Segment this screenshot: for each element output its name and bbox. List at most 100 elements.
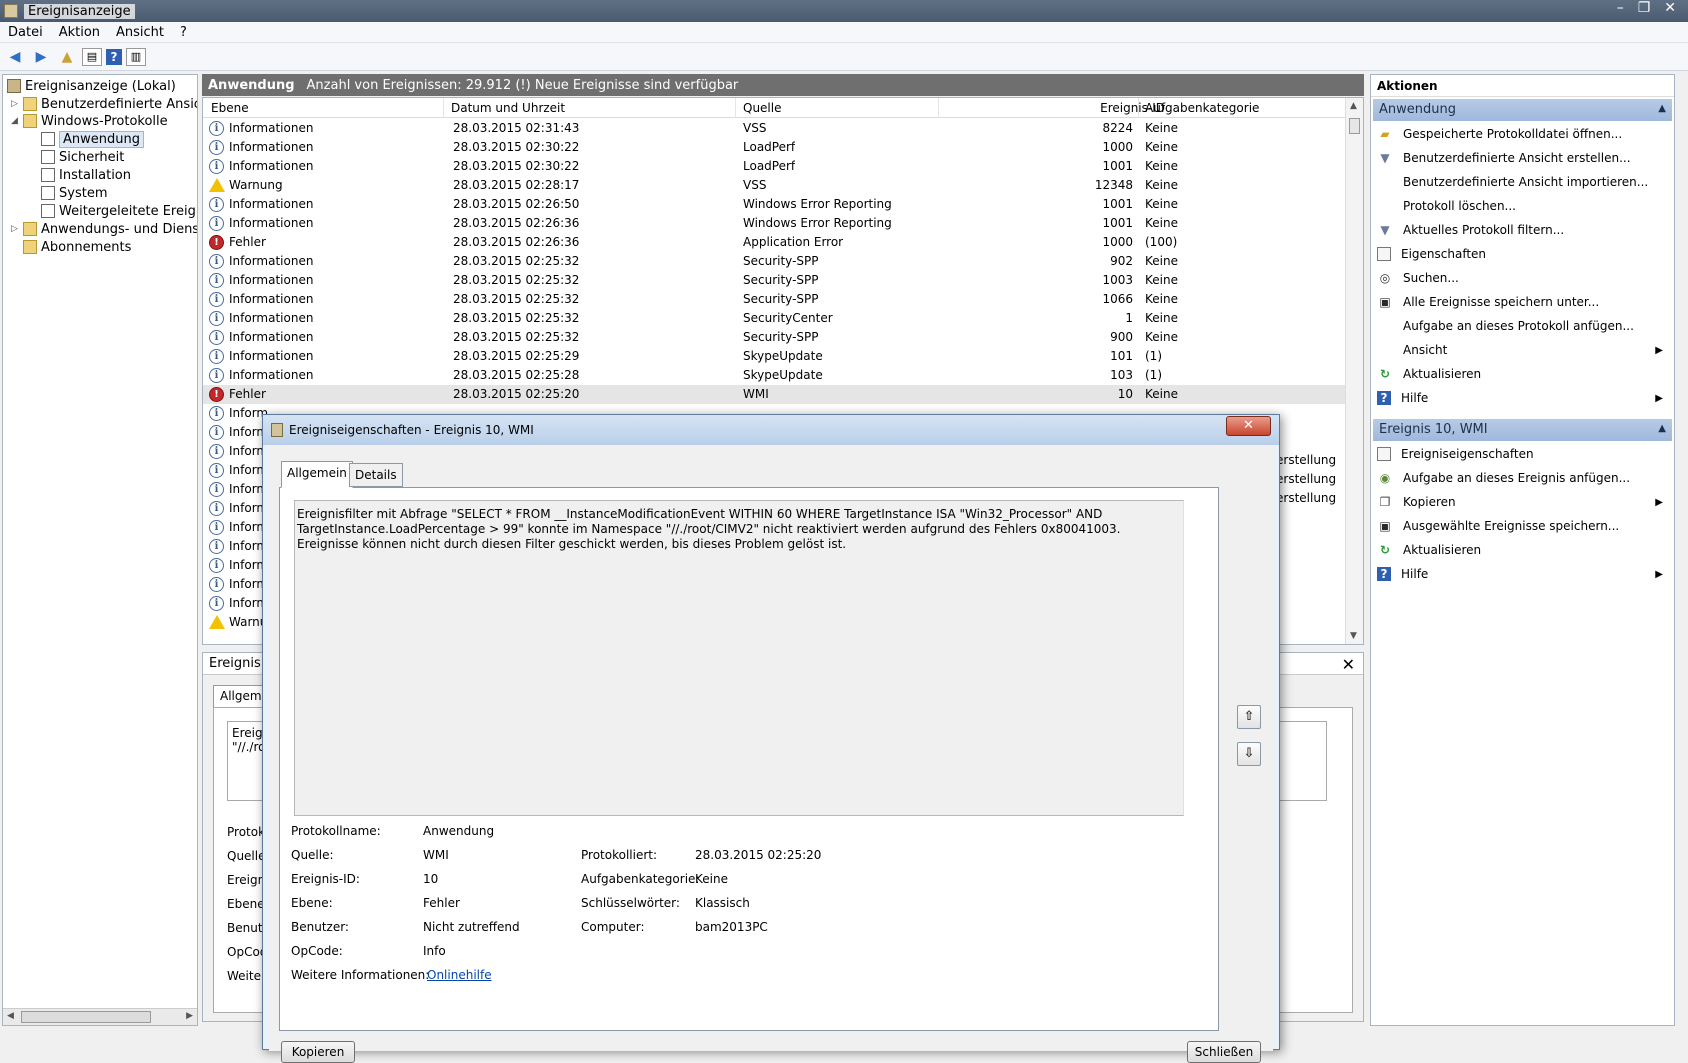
dialog-close-button[interactable]: ✕ xyxy=(1226,416,1271,436)
table-row[interactable]: i Informationen 28.03.2015 02:25:32 Securit… xyxy=(203,290,1345,309)
scroll-right-arrow-icon[interactable]: ▶ xyxy=(186,1011,193,1021)
close-window-button[interactable]: ✕ xyxy=(1664,0,1676,16)
scrollbar-thumb[interactable] xyxy=(1349,118,1360,134)
copy-button[interactable]: Kopieren xyxy=(281,1041,355,1063)
actions-section-event[interactable]: Ereignis 10, WMI ▲ xyxy=(1373,419,1672,441)
log-icon xyxy=(41,132,55,146)
show-hide-action-pane-icon[interactable]: ▥ xyxy=(126,47,146,66)
toolbar: ◀ ▶ ▲ ▤ ? ▥ xyxy=(0,43,1688,71)
action-label: Ausgewählte Ereignisse speichern... xyxy=(1403,519,1620,533)
info-icon: i xyxy=(209,216,224,231)
show-hide-tree-icon[interactable]: ▤ xyxy=(82,47,102,66)
column-header-level[interactable]: Ebene xyxy=(211,101,249,115)
action-view-submenu[interactable]: Ansicht ▶ xyxy=(1377,339,1669,361)
action-help-event-submenu[interactable]: ? Hilfe ▶ xyxy=(1377,563,1669,585)
action-refresh[interactable]: ↻ Aktualisieren xyxy=(1377,363,1669,385)
action-clear-log[interactable]: Protokoll löschen... xyxy=(1377,195,1669,217)
action-open-saved-log[interactable]: ▰ Gespeicherte Protokolldatei öffnen... xyxy=(1377,123,1669,145)
action-event-properties[interactable]: Ereigniseigenschaften xyxy=(1377,443,1669,465)
info-icon: i xyxy=(209,140,224,155)
tree-horizontal-scrollbar[interactable]: ◀ ▶ xyxy=(3,1008,197,1025)
action-copy-submenu[interactable]: ❐ Kopieren ▶ xyxy=(1377,491,1669,513)
tree-node-windows-logs[interactable]: ◢ Windows-Protokolle xyxy=(11,112,168,130)
action-label: Ansicht xyxy=(1403,343,1448,357)
tree-node-root[interactable]: Ereignisanzeige (Lokal) xyxy=(7,77,176,95)
menu-ansicht[interactable]: Ansicht xyxy=(108,25,172,40)
table-row[interactable]: i Informationen 28.03.2015 02:26:50 Windows… xyxy=(203,195,1345,214)
tab-allgemein[interactable]: Allgemein xyxy=(281,461,353,488)
collapse-triangle-icon[interactable]: ▲ xyxy=(1658,423,1666,434)
column-header-category[interactable]: Aufgabenkategorie xyxy=(1145,101,1259,115)
table-row[interactable]: ! Warnung 28.03.2015 02:28:17 VSS 12348 Keine xyxy=(203,176,1345,195)
action-refresh-event[interactable]: ↻ Aktualisieren xyxy=(1377,539,1669,561)
actions-section-anwendung[interactable]: Anwendung ▲ xyxy=(1373,99,1672,121)
action-filter-log[interactable]: ▼ Aktuelles Protokoll filtern... xyxy=(1377,219,1669,241)
close-dialog-button[interactable]: Schließen xyxy=(1187,1041,1261,1063)
table-row[interactable]: i Informationen 28.03.2015 02:25:28 SkypeUp… xyxy=(203,366,1345,385)
expand-arrow-icon[interactable]: ▷ xyxy=(11,224,23,234)
forward-arrow-icon[interactable]: ▶ xyxy=(30,46,52,68)
help-icon[interactable]: ? xyxy=(106,48,122,65)
scroll-down-arrow-icon[interactable]: ▼ xyxy=(1350,631,1357,641)
action-save-selected-events[interactable]: ▣ Ausgewählte Ereignisse speichern... xyxy=(1377,515,1669,537)
back-arrow-icon[interactable]: ◀ xyxy=(4,46,26,68)
tree-node-log-sicherheit[interactable]: Sicherheit xyxy=(41,148,124,166)
action-label: Aktuelles Protokoll filtern... xyxy=(1403,223,1565,237)
expand-arrow-icon[interactable]: ▷ xyxy=(11,99,23,109)
table-row[interactable]: ! Fehler 28.03.2015 02:26:36 Application Er… xyxy=(203,233,1345,252)
cell-category: (1) xyxy=(1145,349,1162,363)
tree-node-log-anwendung[interactable]: Anwendung xyxy=(41,130,144,148)
tree-node-custom-views[interactable]: ▷ Benutzerdefinierte Ansichten xyxy=(11,95,197,113)
action-attach-task-log[interactable]: Aufgabe an dieses Protokoll anfügen... xyxy=(1377,315,1669,337)
table-row[interactable]: i Informationen 28.03.2015 02:30:22 LoadPer… xyxy=(203,138,1345,157)
dialog-tab-panel: Ereignisfilter mit Abfrage "SELECT * FRO… xyxy=(279,487,1219,1031)
previous-event-button[interactable]: ⇧ xyxy=(1237,705,1261,729)
tab-details[interactable]: Details xyxy=(349,463,403,487)
tree-node-subscriptions[interactable]: Abonnements xyxy=(23,238,131,256)
cell-level: Informationen xyxy=(229,121,314,135)
preview-close-icon[interactable]: ✕ xyxy=(1342,655,1355,674)
table-row[interactable]: i Informationen 28.03.2015 02:25:32 Securit… xyxy=(203,328,1345,347)
action-create-custom-view[interactable]: ▼ Benutzerdefinierte Ansicht erstellen... xyxy=(1377,147,1669,169)
collapse-arrow-icon[interactable]: ◢ xyxy=(11,116,23,126)
action-search[interactable]: ◎ Suchen... xyxy=(1377,267,1669,289)
minimize-button[interactable]: – xyxy=(1617,0,1624,16)
table-row[interactable]: ! Fehler 28.03.2015 02:25:20 WMI 10 Keine xyxy=(203,385,1345,404)
event-list-vertical-scrollbar[interactable]: ▲ ▼ xyxy=(1345,98,1363,644)
table-row[interactable]: i Informationen 28.03.2015 02:30:22 LoadPer… xyxy=(203,157,1345,176)
column-header-date[interactable]: Datum und Uhrzeit xyxy=(451,101,565,115)
table-row[interactable]: i Informationen 28.03.2015 02:25:32 Securit… xyxy=(203,271,1345,290)
action-label: Kopieren xyxy=(1403,495,1456,509)
table-row[interactable]: i Informationen 28.03.2015 02:25:32 Securit… xyxy=(203,252,1345,271)
scrollbar-thumb[interactable] xyxy=(21,1011,151,1023)
cell-date: 28.03.2015 02:26:36 xyxy=(453,235,580,249)
tree-node-app-services[interactable]: ▷ Anwendungs- und Dienstprotokolle xyxy=(11,220,197,238)
tree-node-log-installation[interactable]: Installation xyxy=(41,166,131,184)
table-row[interactable]: i Informationen 28.03.2015 02:25:29 SkypeUp… xyxy=(203,347,1345,366)
cell-level: Informationen xyxy=(229,273,314,287)
cell-source: LoadPerf xyxy=(743,159,796,173)
action-help-submenu[interactable]: ? Hilfe ▶ xyxy=(1377,387,1669,409)
tree-node-log-forwarded[interactable]: Weitergeleitete Ereignisse xyxy=(41,202,197,220)
menu-help[interactable]: ? xyxy=(172,25,195,40)
action-properties[interactable]: Eigenschaften xyxy=(1377,243,1669,265)
scroll-left-arrow-icon[interactable]: ◀ xyxy=(7,1011,14,1021)
menu-datei[interactable]: Datei xyxy=(0,25,51,40)
table-row[interactable]: i Informationen 28.03.2015 02:26:36 Windows… xyxy=(203,214,1345,233)
action-label: Hilfe xyxy=(1401,567,1429,581)
collapse-triangle-icon[interactable]: ▲ xyxy=(1658,103,1666,114)
action-attach-task-event[interactable]: ◉ Aufgabe an dieses Ereignis anfügen... xyxy=(1377,467,1669,489)
restore-button[interactable]: ❐ xyxy=(1638,0,1651,16)
column-header-source[interactable]: Quelle xyxy=(743,101,781,115)
action-save-all-events[interactable]: ▣ Alle Ereignisse speichern unter... xyxy=(1377,291,1669,313)
actions-section-label: Ereignis 10, WMI xyxy=(1379,422,1488,437)
action-import-custom-view[interactable]: Benutzerdefinierte Ansicht importieren..… xyxy=(1377,171,1669,193)
scroll-up-arrow-icon[interactable]: ▲ xyxy=(1350,101,1357,111)
table-row[interactable]: i Informationen 28.03.2015 02:31:43 VSS 8224… xyxy=(203,119,1345,138)
online-help-link[interactable]: Onlinehilfe xyxy=(427,968,492,982)
tree-node-log-system[interactable]: System xyxy=(41,184,107,202)
table-row[interactable]: i Informationen 28.03.2015 02:25:32 Securit… xyxy=(203,309,1345,328)
menu-aktion[interactable]: Aktion xyxy=(51,25,108,40)
next-event-button[interactable]: ⇩ xyxy=(1237,742,1261,766)
folder-up-icon[interactable]: ▲ xyxy=(56,46,78,68)
